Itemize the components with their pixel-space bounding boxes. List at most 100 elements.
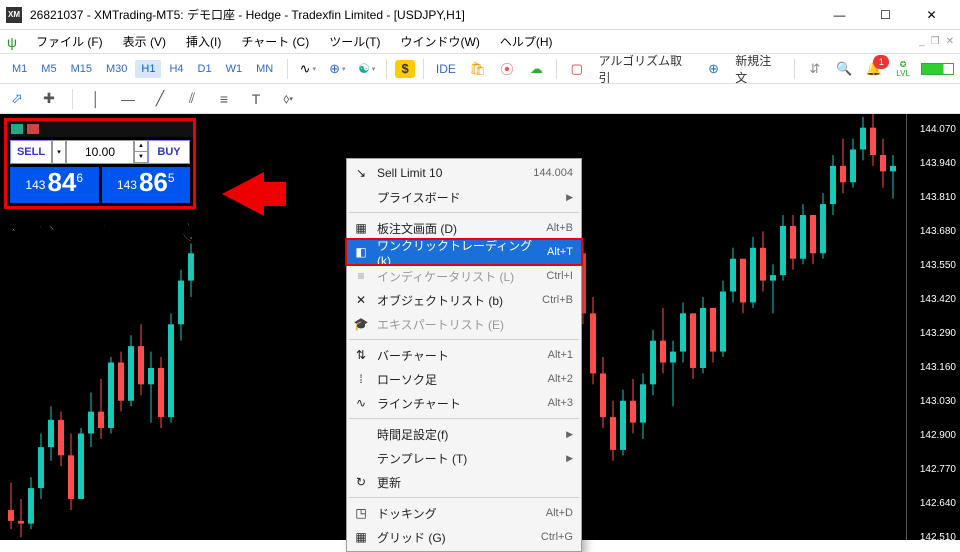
close-button[interactable]: ✕ — [909, 1, 954, 29]
ctx-shortcut: Alt+2 — [548, 373, 573, 385]
alerts-icon[interactable]: 🔔1 — [862, 57, 885, 81]
menu-w[interactable]: ウインドウ(W) — [391, 30, 490, 53]
menu-i[interactable]: 挿入(I) — [176, 30, 231, 53]
separator — [423, 59, 424, 79]
axis-label: 143.940 — [920, 158, 956, 169]
ctx-icon: ✕ — [353, 293, 369, 307]
ctx-ワンクリックトレディング[interactable]: ◧ワンクリックトレーディング (k)Alt+T — [347, 240, 581, 264]
maximize-button[interactable]: ☐ — [863, 1, 908, 29]
ctx-ラインチャト[interactable]: ∿ラインチャートAlt+3 — [347, 391, 581, 415]
ctx-icon: ↻ — [353, 475, 369, 489]
ctx-label: テンプレート (T) — [377, 450, 467, 467]
ctx-shortcut: Alt+D — [546, 507, 573, 519]
algo-trading-button[interactable]: アルゴリズム取引 — [595, 52, 696, 86]
timeframe-h1[interactable]: H1 — [135, 60, 161, 78]
ide-button[interactable]: IDE — [432, 62, 460, 76]
text-icon[interactable]: T — [245, 88, 267, 110]
sell-button[interactable]: 143 84 6 — [10, 167, 99, 203]
new-order-button[interactable]: 新規注文 — [731, 52, 786, 86]
ctx-label: ワンクリックトレーディング (k) — [377, 237, 547, 268]
timeframe-m5[interactable]: M5 — [35, 60, 62, 78]
timeframe-w1[interactable]: W1 — [220, 60, 249, 78]
ctx-グリッドG[interactable]: ▦グリッド (G)Ctrl+G — [347, 525, 581, 549]
timeframe-h4[interactable]: H4 — [163, 60, 189, 78]
vps-icon[interactable]: ☁ — [525, 57, 548, 81]
titlebar: XM 26821037 - XMTrading-MT5: デモ口座 - Hedg… — [0, 0, 960, 30]
annotation-caption: ↑ワンクリック注文 — [8, 216, 195, 248]
ctx-icon: ◳ — [353, 506, 369, 520]
ctx-icon: ⁞ — [353, 372, 369, 386]
timeframe-d1[interactable]: D1 — [192, 60, 218, 78]
hline-icon[interactable]: — — [117, 88, 139, 110]
axis-label: 144.070 — [920, 124, 956, 135]
market-icon[interactable]: 🛍 — [466, 57, 489, 81]
sell-label[interactable]: SELL — [10, 140, 52, 164]
ctx-ロソク足[interactable]: ⁞ローソク足Alt+2 — [347, 367, 581, 391]
toolbar-drawing: ⬀ ✚ │ — ╱ ⫽ ≡ T ⬨▾ — [0, 84, 960, 114]
sell-dropdown[interactable]: ▾ — [52, 140, 66, 164]
timeframe-m30[interactable]: M30 — [100, 60, 133, 78]
ctx-icon: ▦ — [353, 530, 369, 544]
mdi-restore-icon[interactable]: ❐ — [931, 36, 940, 47]
ctx-プライスボド[interactable]: プライスボード▶ — [347, 185, 581, 209]
separator — [386, 59, 387, 79]
indicator-icon[interactable]: ☯▾ — [355, 57, 378, 81]
ctx-SellLimit[interactable]: ↘Sell Limit 10144.004 — [347, 161, 581, 185]
separator — [556, 59, 557, 79]
ctx-インディケタリストL: ≡インディケータリスト (L)Ctrl+I — [347, 264, 581, 288]
timeframe-m15[interactable]: M15 — [65, 60, 98, 78]
ctx-テンプレトT[interactable]: テンプレート (T)▶ — [347, 446, 581, 470]
ctx-label: グリッド (G) — [377, 529, 446, 546]
timeframe-m1[interactable]: M1 — [6, 60, 33, 78]
menu-c[interactable]: チャート (C) — [231, 30, 319, 53]
volume-stepper[interactable]: ▲▼ — [134, 140, 148, 164]
ctx-shortcut: Alt+T — [547, 246, 573, 258]
stop-icon[interactable]: ▢ — [565, 57, 588, 81]
timeframe-mn[interactable]: MN — [250, 60, 279, 78]
annotation-arrow — [258, 182, 286, 206]
line-chart-icon[interactable]: ∿▾ — [296, 57, 319, 81]
signals-icon[interactable]: ⦿ — [495, 57, 518, 81]
level-icon[interactable]: ✪LVL — [891, 57, 914, 81]
axis-label: 143.680 — [920, 226, 956, 237]
buy-label[interactable]: BUY — [148, 140, 190, 164]
buy-button[interactable]: 143 86 5 — [102, 167, 191, 203]
mdi-minimize-icon[interactable]: _ — [919, 36, 925, 47]
new-order-icon[interactable]: ⊕ — [702, 57, 725, 81]
objects-icon[interactable]: ⬨▾ — [277, 88, 299, 110]
mt-icon: ψ — [4, 34, 20, 50]
ctx-バチャト[interactable]: ⇅バーチャートAlt+1 — [347, 343, 581, 367]
menu-t[interactable]: ツール(T) — [319, 30, 390, 53]
ctx-オブジェクトリストb[interactable]: ✕オブジェクトリスト (b)Ctrl+B — [347, 288, 581, 312]
ctx-label: エキスパートリスト (E) — [377, 316, 504, 333]
fibo-icon[interactable]: ≡ — [213, 88, 235, 110]
menu-h[interactable]: ヘルプ(H) — [490, 30, 563, 53]
ctx-shortcut: 144.004 — [533, 167, 573, 179]
ctx-時間足設定f[interactable]: 時間足設定(f)▶ — [347, 422, 581, 446]
axis-label: 143.550 — [920, 260, 956, 271]
trendline-icon[interactable]: ╱ — [149, 88, 171, 110]
menu-separator — [349, 212, 579, 213]
menu-v[interactable]: 表示 (V) — [113, 30, 176, 53]
dollar-icon[interactable]: $ — [395, 60, 415, 78]
volume-input[interactable]: 10.00 — [66, 140, 134, 164]
zoom-icon[interactable]: ⊕▾ — [326, 57, 349, 81]
ctx-更新[interactable]: ↻更新 — [347, 470, 581, 494]
ctx-ドッキング[interactable]: ◳ドッキングAlt+D — [347, 501, 581, 525]
menu-f[interactable]: ファイル (F) — [26, 30, 113, 53]
ctx-shortcut: Alt+3 — [548, 397, 573, 409]
connection-icon[interactable]: ⇵ — [803, 57, 826, 81]
axis-label: 142.640 — [920, 498, 956, 509]
vline-icon[interactable]: │ — [85, 88, 107, 110]
mdi-close-icon[interactable]: ✕ — [946, 36, 954, 47]
menubar: ψ ファイル (F)表示 (V)挿入(I)チャート (C)ツール(T)ウインドウ… — [0, 30, 960, 54]
search-icon[interactable]: 🔍 — [833, 57, 856, 81]
crosshair-icon[interactable]: ✚ — [38, 88, 60, 110]
minimize-button[interactable]: — — [817, 1, 862, 29]
progress-bar — [921, 63, 954, 75]
chart-area[interactable]: 144.070143.940143.810143.680143.550143.4… — [0, 114, 960, 540]
cursor-icon[interactable]: ⬀ — [6, 88, 28, 110]
parallel-icon[interactable]: ⫽ — [181, 88, 203, 110]
app-icon: XM — [6, 7, 22, 23]
ctx-label: ラインチャート — [377, 395, 461, 412]
